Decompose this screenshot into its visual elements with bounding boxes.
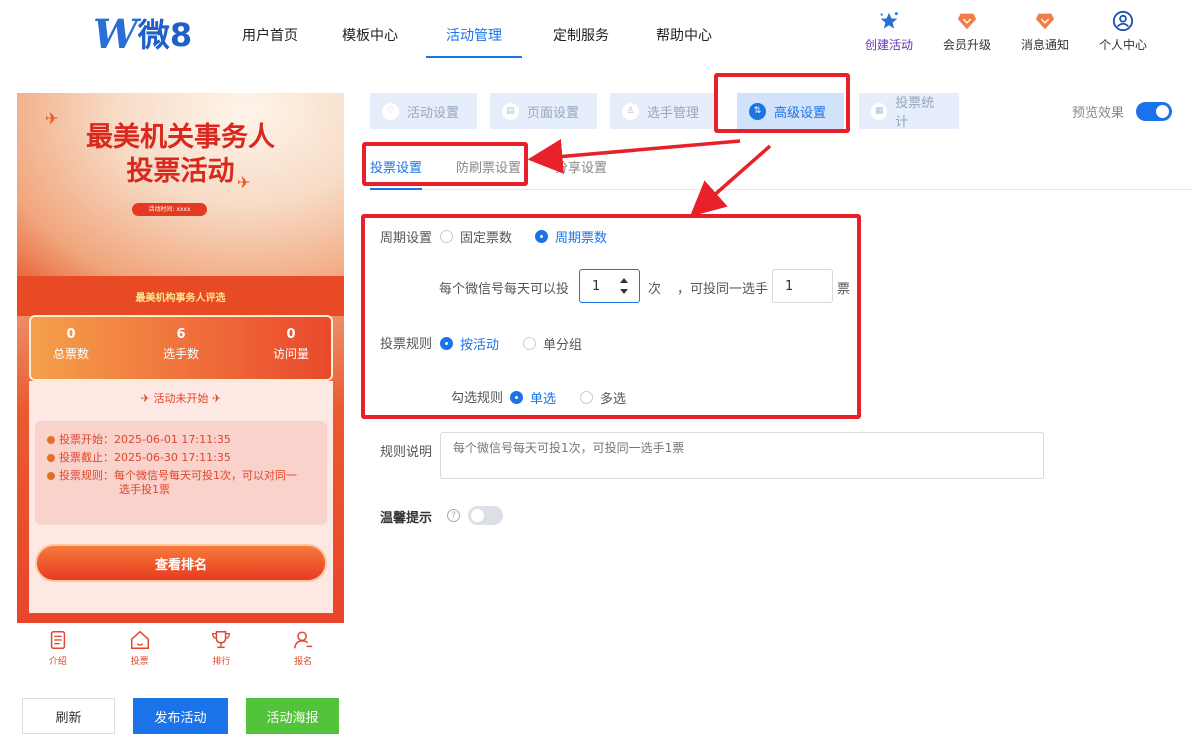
annotation-arrows [527,139,772,217]
arrow-to-subtabs [527,139,741,174]
arrow-to-form [689,144,772,217]
